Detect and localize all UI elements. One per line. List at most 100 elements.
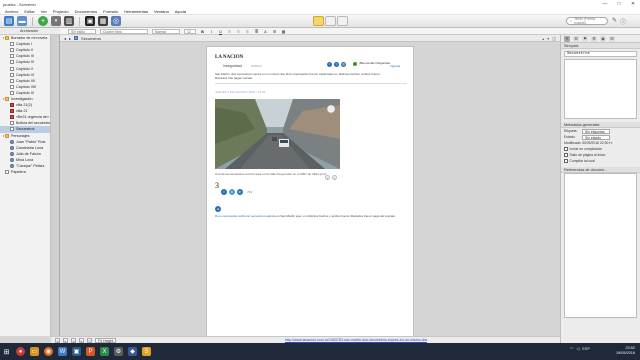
nav-next-icon[interactable]: ▸ bbox=[79, 337, 84, 343]
network-icon[interactable]: ◠ bbox=[570, 346, 573, 351]
up-arrow-icon[interactable]: ▴ bbox=[542, 36, 544, 41]
bold-button[interactable]: B bbox=[200, 29, 205, 34]
style-select[interactable]: Sin estilo bbox=[68, 28, 96, 34]
quick-reference-icon[interactable]: ▦ bbox=[98, 16, 108, 26]
windows-taskbar: ⊞ ● ▭ ◉ W ▣ P X ⚙ ◆ S ◠ ◁ ESP 23:52 19/0… bbox=[0, 343, 640, 360]
language-indicator[interactable]: ESP bbox=[582, 347, 590, 351]
app-dark-blue-icon[interactable]: ◆ bbox=[128, 347, 137, 356]
nav-prev-icon[interactable]: ▸ bbox=[63, 337, 68, 343]
page-icon[interactable]: ▭ bbox=[87, 337, 92, 343]
text-color-icon[interactable]: A bbox=[263, 29, 268, 34]
volume-icon[interactable]: ◁ bbox=[576, 346, 579, 351]
login-link[interactable]: Ingresá bbox=[390, 64, 400, 68]
include-compile-checkbox[interactable] bbox=[564, 147, 568, 151]
align-center-icon[interactable]: ≡ bbox=[236, 29, 241, 34]
menu-ver[interactable]: Ver bbox=[38, 9, 50, 14]
page-break-checkbox[interactable] bbox=[564, 153, 568, 157]
maximize-button[interactable]: □ bbox=[612, 1, 626, 7]
article-highlight[interactable]: Dos empresarios sufrieron secuestros bbox=[215, 214, 266, 218]
synopsis-header[interactable]: Sinopsis bbox=[561, 43, 640, 49]
references-area[interactable] bbox=[564, 173, 637, 318]
compile-as-is-row[interactable]: Compilar tal cual bbox=[561, 158, 640, 164]
new-folder-icon[interactable]: ▬ bbox=[17, 16, 27, 26]
linkedin-share-icon[interactable]: in bbox=[237, 189, 243, 195]
weight-select[interactable]: Normal bbox=[152, 28, 180, 34]
comments-tab-icon[interactable]: ✉ bbox=[609, 35, 615, 42]
align-right-icon[interactable]: ≡ bbox=[245, 29, 250, 34]
status-select[interactable]: Sin estado bbox=[582, 134, 610, 140]
justify-icon[interactable]: ≣ bbox=[254, 29, 259, 34]
binder-item-label: Capítulo II bbox=[16, 48, 33, 53]
add-item-icon[interactable]: + bbox=[38, 16, 48, 26]
menu-documentos[interactable]: Documentos bbox=[72, 9, 100, 14]
metadata-tab-icon[interactable]: ⚙ bbox=[591, 35, 597, 42]
menu-archivo[interactable]: Archivo bbox=[2, 9, 21, 14]
powerpoint-icon[interactable]: P bbox=[86, 347, 95, 356]
outliner-view-button[interactable] bbox=[337, 16, 348, 26]
forward-arrow-icon[interactable]: ▸ bbox=[69, 36, 71, 41]
close-button[interactable]: ✕ bbox=[626, 1, 640, 7]
word-icon[interactable]: W bbox=[58, 347, 67, 356]
menu-ventana[interactable]: Ventana bbox=[151, 9, 172, 14]
twitter-icon[interactable]: t bbox=[334, 62, 339, 67]
compile-as-is-checkbox[interactable] bbox=[564, 159, 568, 163]
facebook-share-icon[interactable]: f bbox=[221, 189, 227, 195]
menu-formato[interactable]: Formato bbox=[100, 9, 121, 14]
trash-icon[interactable]: ▥ bbox=[64, 16, 74, 26]
start-icon[interactable]: ⊞ bbox=[2, 347, 11, 356]
menu-ayuda[interactable]: Ayuda bbox=[172, 9, 189, 14]
editor-area[interactable]: LA NACION Inseguridad NUEVO f t @ ¡Bienv… bbox=[60, 42, 560, 336]
corkboard-view-button[interactable] bbox=[325, 16, 336, 26]
facebook-icon[interactable]: f bbox=[327, 62, 332, 67]
font-select[interactable]: Courier New bbox=[100, 28, 148, 34]
next-arrow-icon[interactable]: › bbox=[332, 175, 337, 180]
synopsis-title-field[interactable]: Secuestros bbox=[564, 51, 637, 57]
size-select[interactable]: 12 bbox=[184, 28, 196, 34]
settings-icon[interactable]: ⚙ bbox=[114, 347, 123, 356]
underline-button[interactable]: U bbox=[218, 29, 223, 34]
app-red-icon[interactable]: ● bbox=[16, 347, 25, 356]
firefox-icon[interactable]: ◉ bbox=[44, 347, 53, 356]
synopsis-text-area[interactable] bbox=[564, 59, 637, 119]
source-url-link[interactable]: http://www.lanacion.com.ar/1983783-san-m… bbox=[285, 338, 427, 342]
app-blue-icon[interactable]: ▣ bbox=[72, 347, 81, 356]
search-input[interactable]: ⌕ Texto (Forma exacta) bbox=[566, 17, 608, 25]
table-icon[interactable]: ▦ bbox=[281, 29, 286, 34]
notes-tab-icon[interactable]: ✎ bbox=[564, 35, 570, 42]
clock[interactable]: 23:52 19/05/2016 bbox=[616, 346, 635, 356]
mail-icon[interactable]: @ bbox=[341, 62, 346, 67]
binder-toggle-icon[interactable]: ▤ bbox=[4, 16, 14, 26]
comments-badge-icon[interactable]: ● bbox=[215, 206, 221, 212]
scrivener-icon[interactable]: S bbox=[142, 347, 151, 356]
label-select[interactable]: Sin etiquetas bbox=[582, 128, 610, 134]
menu-proyecto[interactable]: Proyecto bbox=[50, 9, 72, 14]
menu-herramientas[interactable]: Herramientas bbox=[121, 9, 151, 14]
info-icon[interactable]: ⓘ bbox=[620, 17, 626, 26]
photo-caption: Una de las secuestros ocurrió aquí en la… bbox=[215, 172, 327, 176]
nav-first-icon[interactable]: ◂ bbox=[55, 337, 60, 343]
split-editor-icon[interactable]: ◫ bbox=[552, 36, 556, 41]
list-icon[interactable]: ☰ bbox=[272, 29, 277, 34]
scrivenings-view-button[interactable] bbox=[313, 16, 324, 26]
italic-button[interactable]: I bbox=[209, 29, 214, 34]
compile-icon[interactable]: ◎ bbox=[111, 16, 121, 26]
twitter-share-icon[interactable]: t bbox=[229, 189, 235, 195]
excel-icon[interactable]: X bbox=[100, 347, 109, 356]
file-explorer-icon[interactable]: ▭ bbox=[30, 347, 39, 356]
add-dropdown-icon[interactable]: ▾ bbox=[51, 16, 61, 26]
back-arrow-icon[interactable]: ◂ bbox=[64, 36, 66, 41]
snapshots-tab-icon[interactable]: ◉ bbox=[600, 35, 606, 42]
nav-back-icon[interactable]: ◂ bbox=[71, 337, 76, 343]
compose-mode-icon[interactable]: ▣ bbox=[85, 16, 95, 26]
account-link[interactable]: ¡Bienvenido! Registrate bbox=[352, 61, 390, 66]
keywords-icon[interactable]: ✎ bbox=[612, 17, 617, 26]
keywords-tab-icon[interactable]: ⚑ bbox=[582, 35, 588, 42]
zoom-select[interactable]: Fit Height bbox=[95, 337, 117, 343]
binder-scroll-strip[interactable] bbox=[51, 35, 60, 336]
menu-editar[interactable]: Editar bbox=[21, 9, 37, 14]
down-arrow-icon[interactable]: ▾ bbox=[547, 36, 549, 41]
align-left-icon[interactable]: ≡ bbox=[227, 29, 232, 34]
references-tab-icon[interactable]: ☰ bbox=[573, 35, 579, 42]
minimize-button[interactable]: — bbox=[598, 1, 612, 7]
binder-item[interactable]: Papelera bbox=[0, 169, 50, 175]
